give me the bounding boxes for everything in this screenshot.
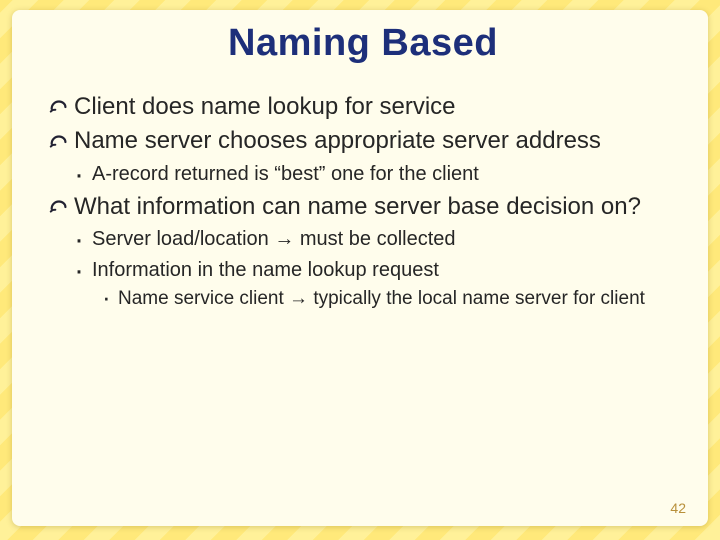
sub-text: Server load/location → must be collected (92, 228, 456, 250)
bullet-main: Name server chooses appropriate server a… (48, 127, 678, 155)
subsub-text: Name service client → typically the loca… (118, 288, 645, 309)
page-number: 42 (670, 500, 686, 516)
bullet-main: Client does name lookup for service (48, 93, 678, 121)
slide-title: Naming Based (48, 22, 678, 65)
bullet-text: Name server chooses appropriate server a… (74, 127, 601, 154)
bullet-sub: Information in the name lookup request (74, 258, 678, 283)
sub-text: A-record returned is “best” one for the … (92, 163, 479, 185)
slide-card: Naming Based Client does name lookup for… (12, 10, 708, 526)
bullet-sub: A-record returned is “best” one for the … (74, 162, 678, 187)
bullet-text: Client does name lookup for service (74, 93, 456, 120)
sub-text: Information in the name lookup request (92, 259, 439, 281)
bullet-subsub: Name service client → typically the loca… (102, 287, 678, 311)
bullet-sub: Server load/location → must be collected (74, 227, 678, 252)
bullet-main: What information can name server base de… (48, 193, 678, 221)
bullet-text: What information can name server base de… (74, 193, 641, 220)
